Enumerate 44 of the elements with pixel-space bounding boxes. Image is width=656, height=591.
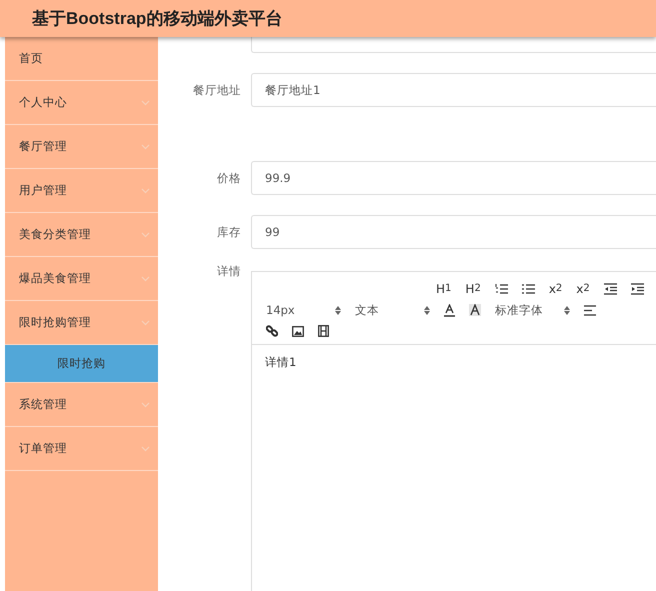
sidebar-item[interactable]: 订单管理 <box>5 427 158 471</box>
chevron-down-icon <box>141 446 150 452</box>
align-icon[interactable] <box>584 304 596 316</box>
updown-arrow-icon <box>424 306 430 314</box>
chevron-down-icon <box>141 320 150 326</box>
field-label: 餐厅地址 <box>192 82 241 98</box>
outdent-icon[interactable] <box>604 283 617 295</box>
field-label: 价格 <box>216 170 241 186</box>
chevron-down-icon <box>141 232 150 238</box>
dropdown[interactable]: 标准字体 <box>495 302 570 318</box>
sidebar-item[interactable]: 个人中心 <box>5 81 158 125</box>
editor-content: 详情1 <box>264 354 298 371</box>
chevron-down-icon <box>141 100 150 106</box>
submenu-item[interactable]: 限时抢购 <box>5 345 158 383</box>
dropdown[interactable]: 文本 <box>355 302 430 318</box>
text-field[interactable]: 99 <box>251 215 656 249</box>
image-icon[interactable] <box>292 326 304 336</box>
link-icon[interactable] <box>266 325 278 337</box>
sidebar-item[interactable]: 用户管理 <box>5 169 158 213</box>
film-icon[interactable] <box>318 325 329 337</box>
ordered-list-icon[interactable] <box>494 283 508 295</box>
updown-arrow-icon <box>335 306 341 314</box>
sidebar-item[interactable]: 首页 <box>5 37 158 81</box>
field-label: 库存 <box>216 224 241 240</box>
chevron-down-icon <box>141 276 150 282</box>
chevron-down-icon <box>141 144 150 150</box>
highlight-icon[interactable] <box>469 304 481 316</box>
updown-arrow-icon <box>564 306 570 314</box>
sidebar-item[interactable]: 餐厅管理 <box>5 125 158 169</box>
bullet-list-icon[interactable] <box>522 283 535 295</box>
chevron-down-icon <box>141 188 150 194</box>
text-field[interactable]: 餐厅地址1 <box>251 73 656 107</box>
font-color-icon[interactable] <box>444 304 455 316</box>
chevron-down-icon <box>141 402 150 408</box>
sidebar-item[interactable]: 爆品美食管理 <box>5 257 158 301</box>
text-field[interactable] <box>251 37 656 53</box>
dropdown[interactable]: 14px <box>266 303 341 317</box>
sidebar-item[interactable]: 系统管理 <box>5 383 158 427</box>
sidebar-item[interactable]: 美食分类管理 <box>5 213 158 257</box>
indent-icon[interactable] <box>630 283 644 295</box>
script-button[interactable]: x$^{2}$ <box>576 283 590 295</box>
page-title: 基于Bootstrap的移动端外卖平台 <box>32 8 282 30</box>
text-field[interactable]: 99.9 <box>251 161 656 195</box>
field-label: 详情 <box>216 264 241 279</box>
